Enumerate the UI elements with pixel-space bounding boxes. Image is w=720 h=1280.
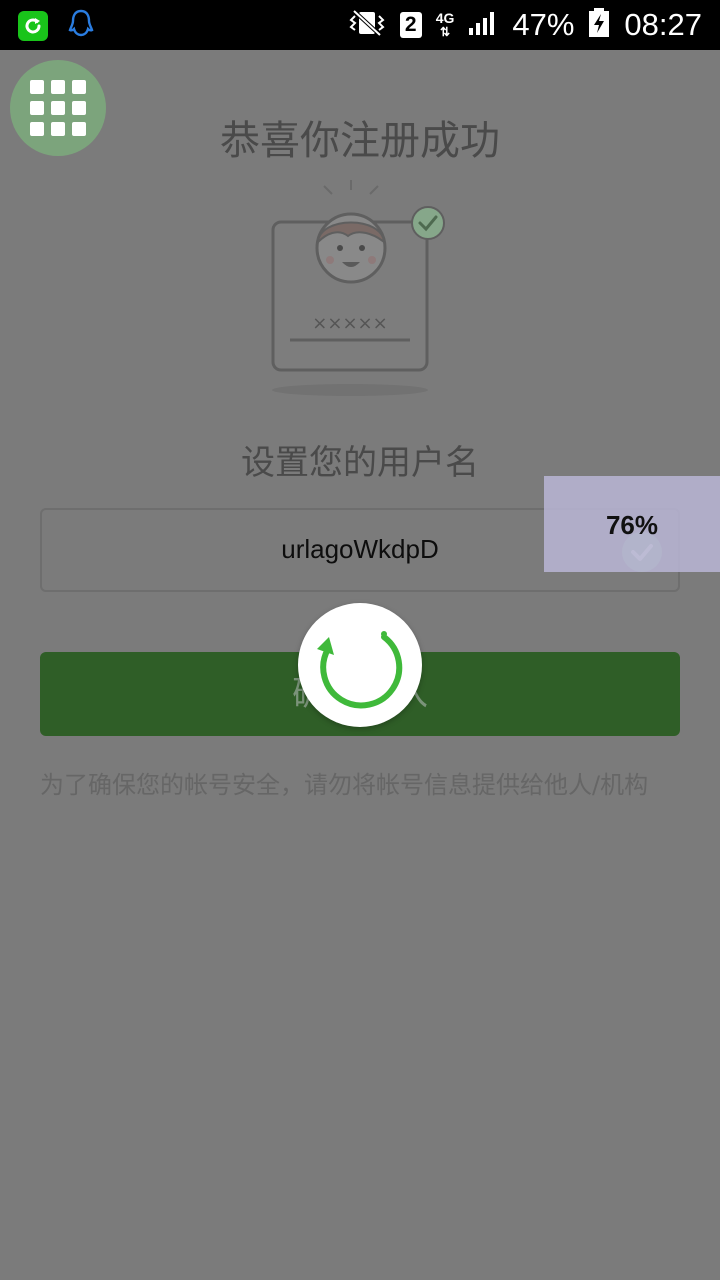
password-mask: ×××××	[312, 313, 387, 334]
progress-overlay: 76%	[544, 476, 720, 572]
clock: 08:27	[624, 7, 702, 42]
network-type-label: 4G ⇅	[435, 10, 455, 39]
security-notice: 为了确保您的帐号安全，请勿将帐号信息提供给他人/机构	[40, 771, 649, 799]
status-bar: 2 4G ⇅ 47% 08:27	[0, 0, 720, 50]
vibrate-icon	[348, 9, 386, 42]
page-title: 恭喜你注册成功	[220, 118, 500, 164]
qq-icon	[68, 9, 94, 43]
loading-spinner	[298, 603, 422, 727]
refresh-app-icon	[18, 11, 48, 41]
floating-menu-button[interactable]	[10, 60, 106, 156]
progress-percent: 76%	[605, 510, 659, 540]
signal-icon	[468, 10, 498, 41]
grid-icon	[30, 80, 86, 136]
sim-slot-badge: 2	[399, 12, 422, 38]
user-card-illustration: ×××××	[258, 176, 458, 406]
battery-percent: 47%	[512, 7, 575, 42]
battery-icon	[588, 7, 610, 43]
refresh-spinner-icon	[317, 631, 403, 709]
